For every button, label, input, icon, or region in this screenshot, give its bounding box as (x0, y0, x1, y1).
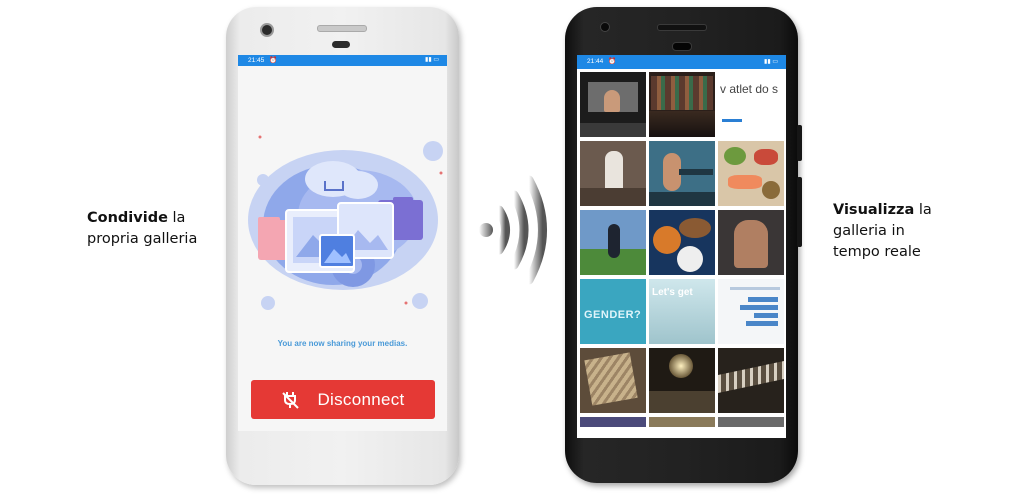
disconnect-button[interactable]: Disconnect (251, 380, 435, 419)
gallery-tile[interactable] (649, 417, 715, 427)
front-camera (600, 22, 610, 32)
gallery-tile[interactable] (580, 72, 646, 137)
receiver-screen: 21:44 ⏰ ▮▮ ▭ v atlet do s GENDER? Let's … (577, 55, 786, 438)
gallery-tile[interactable] (718, 417, 784, 427)
receiver-phone: 21:44 ⏰ ▮▮ ▭ v atlet do s GENDER? Let's … (565, 7, 802, 483)
right-caption-rest3: tempo reale (833, 244, 921, 260)
status-bar: 21:45 ⏰ ▮▮ ▭ (238, 55, 447, 66)
battery-icon: ▮▮ ▭ (764, 59, 778, 65)
front-camera (260, 23, 274, 37)
gallery-illustration (248, 135, 443, 310)
gallery-tile[interactable]: v atlet do s (718, 72, 784, 137)
volume-button (797, 125, 802, 161)
tile-text: Let's get (652, 287, 693, 298)
tile-text: v atlet do s (720, 82, 779, 96)
sender-screen: 21:45 ⏰ ▮▮ ▭ You are now sharing your me… (238, 55, 447, 431)
earpiece-speaker (317, 25, 367, 32)
left-caption-bold: Condivide (87, 210, 168, 226)
gallery-tile[interactable] (580, 348, 646, 413)
gallery-tile[interactable]: Let's get (649, 279, 715, 344)
gallery-tile[interactable] (718, 348, 784, 413)
sensor-slot (672, 42, 692, 51)
gallery-tile[interactable] (580, 210, 646, 275)
status-time: 21:44 (587, 58, 604, 65)
earpiece-speaker (657, 24, 707, 31)
left-caption: Condivide la propria galleria (87, 208, 217, 250)
sender-phone: 21:45 ⏰ ▮▮ ▭ You are now sharing your me… (226, 7, 459, 485)
left-caption-rest1: la (172, 210, 186, 226)
unplug-icon (282, 391, 300, 409)
tile-text: GENDER? (584, 309, 642, 321)
alarm-icon: ⏰ (608, 58, 617, 65)
gallery-tile[interactable] (718, 141, 784, 206)
gallery-tile[interactable] (718, 279, 784, 344)
right-caption: Visualizza la galleria in tempo reale (833, 200, 943, 263)
wifi-signal-icon (479, 175, 547, 285)
left-caption-rest2: propria galleria (87, 231, 198, 247)
sensor-slot (332, 41, 350, 48)
gallery-tile[interactable] (580, 417, 646, 427)
status-bar: 21:44 ⏰ ▮▮ ▭ (577, 55, 786, 69)
gallery-tile[interactable] (649, 348, 715, 413)
gallery-tile[interactable] (649, 141, 715, 206)
battery-icon: ▮▮ ▭ (425, 57, 439, 63)
status-time: 21:45 (248, 57, 265, 64)
right-caption-rest2: galleria in (833, 223, 905, 239)
gallery-tile[interactable]: GENDER? (580, 279, 646, 344)
gallery-tile[interactable] (718, 210, 784, 275)
right-caption-bold: Visualizza (833, 202, 915, 218)
power-button (797, 177, 802, 247)
gallery-tile[interactable] (580, 141, 646, 206)
sharing-status-text: You are now sharing your medias. (277, 339, 408, 348)
right-caption-rest1: la (918, 202, 932, 218)
disconnect-label: Disconnect (317, 389, 405, 409)
gallery-tile[interactable] (649, 72, 715, 137)
gallery-tile[interactable] (649, 210, 715, 275)
alarm-icon: ⏰ (269, 57, 278, 64)
